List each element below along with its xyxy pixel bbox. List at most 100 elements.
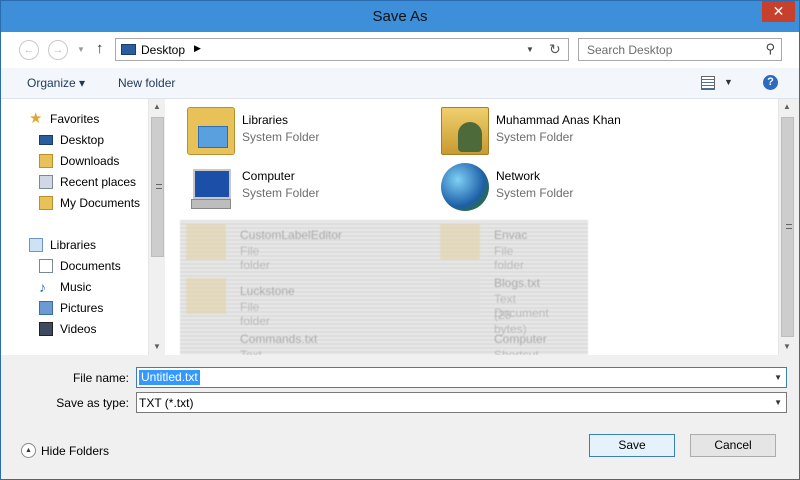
scroll-thumb[interactable] [781,117,794,337]
nav-item-label: My Documents [60,196,141,210]
item-type: Shortcut [494,348,539,355]
computer-icon [187,163,235,211]
folder-icon [186,224,226,260]
libraries-icon [29,238,43,252]
save-button[interactable]: Save [589,434,675,457]
nav-pane-scrollbar[interactable]: ▲ ▼ [148,99,165,355]
nav-item-label: Desktop [60,133,105,147]
chevron-down-icon[interactable]: ▼ [774,373,782,382]
collapse-icon: ▲ [21,443,36,458]
item-type: File folder [240,244,271,272]
recent-locations-dropdown[interactable]: ▼ [77,45,85,54]
search-input[interactable]: Search Desktop ⚲ [578,38,782,61]
chevron-down-icon[interactable]: ▼ [774,398,782,407]
videos-icon [39,322,53,336]
save-options-panel: File name: Untitled.txt ▼ Save as type: … [1,355,799,479]
save-as-dialog: Save As ✕ ← → ▼ ↑ Desktop ▶ ▼ ↻ Search D… [0,0,800,480]
new-folder-button[interactable]: New folder [118,76,175,90]
nav-item-favorites[interactable]: ★ Favorites [1,109,148,129]
recent-places-icon [39,175,53,189]
dialog-title: Save As [372,8,428,25]
file-name-label: File name: [72,371,129,385]
pictures-icon [39,301,53,315]
nav-item-label: Recent places [60,175,137,189]
item-name: Luckstone [240,284,295,298]
item-name: Computer [242,169,295,183]
organize-button[interactable]: Organize ▾ [27,76,85,90]
folder-icon [440,224,480,260]
navigation-pane: ★ Favorites Desktop Downloads Recent pla… [1,99,166,355]
scroll-down-arrow[interactable]: ▼ [149,339,165,355]
nav-item-my-documents[interactable]: My Documents [1,193,148,213]
item-name: Envac [494,228,528,242]
list-item[interactable]: Muhammad Anas Khan System Folder [441,107,681,159]
command-toolbar: Organize ▾ New folder ▼ ? [1,68,799,99]
scroll-down-arrow[interactable]: ▼ [779,339,795,355]
libraries-folder-icon [187,107,235,155]
item-name: Commands.txt [240,332,318,346]
nav-item-label: Downloads [60,154,120,168]
save-as-type-label: Save as type: [56,396,129,410]
search-icon[interactable]: ⚲ [765,41,775,57]
item-type: System Folder [496,186,574,200]
nav-item-recent-places[interactable]: Recent places [1,172,148,192]
scroll-up-arrow[interactable]: ▲ [149,99,165,115]
content-scrollbar[interactable]: ▲ ▼ [778,99,795,355]
nav-item-pictures[interactable]: Pictures [1,298,148,318]
address-location[interactable]: Desktop [141,43,185,57]
address-bar[interactable]: Desktop ▶ ▼ ↻ [115,38,569,61]
nav-item-label: Pictures [60,301,104,315]
item-type: System Folder [242,130,320,144]
back-button[interactable]: ← [19,40,39,60]
cancel-button[interactable]: Cancel [690,434,776,457]
up-button[interactable]: ↑ [96,40,104,57]
item-name: Network [496,169,541,183]
item-name: Muhammad Anas Khan [496,113,621,127]
refresh-icon[interactable]: ↻ [549,41,561,58]
item-name: Computer [494,332,547,346]
file-name-input[interactable]: Untitled.txt ▼ [136,367,787,388]
folder-icon [39,196,53,210]
documents-icon [39,259,53,273]
nav-item-label: Videos [60,322,97,336]
list-item[interactable]: Network System Folder [441,163,681,215]
obscured-region: CustomLabelEditor File folder Envac File… [180,220,588,355]
network-icon [441,163,489,211]
item-type: File folder [494,244,525,272]
nav-item-music[interactable]: ♪ Music [1,277,148,297]
nav-item-downloads[interactable]: Downloads [1,151,148,171]
scroll-thumb[interactable] [151,117,164,257]
item-type: System Folder [242,186,320,200]
downloads-folder-icon [39,154,53,168]
nav-item-libraries[interactable]: Libraries [1,235,148,255]
view-options-dropdown-icon[interactable]: ▼ [724,77,733,87]
title-bar: Save As ✕ [1,1,799,32]
nav-item-label: Documents [60,259,121,273]
forward-button[interactable]: → [48,40,68,60]
save-as-type-value[interactable]: TXT (*.txt) [139,396,193,410]
change-view-icon[interactable] [701,76,715,90]
file-list: Libraries System Folder Muhammad Anas Kh… [166,99,778,355]
item-type: Text Document [240,348,263,355]
list-item[interactable]: Libraries System Folder [187,107,427,159]
scroll-up-arrow[interactable]: ▲ [779,99,795,115]
item-type: System Folder [496,130,574,144]
close-button[interactable]: ✕ [762,1,795,22]
hide-folders-label: Hide Folders [41,444,110,458]
item-name: Libraries [242,113,289,127]
user-folder-icon [441,107,489,155]
nav-item-documents[interactable]: Documents [1,256,148,276]
music-icon: ♪ [39,279,46,295]
text-document-icon [440,278,480,314]
address-dropdown-icon[interactable]: ▼ [526,45,534,54]
nav-item-videos[interactable]: Videos [1,319,148,339]
help-icon[interactable]: ? [763,75,778,90]
desktop-icon [39,135,53,145]
breadcrumb-arrow-icon[interactable]: ▶ [194,43,201,54]
folder-icon [186,278,226,314]
nav-item-desktop[interactable]: Desktop [1,130,148,150]
save-as-type-select[interactable]: TXT (*.txt) ▼ [136,392,787,413]
list-item[interactable]: Computer System Folder [187,163,427,215]
star-icon: ★ [29,110,43,127]
file-name-value[interactable]: Untitled.txt [139,370,200,385]
